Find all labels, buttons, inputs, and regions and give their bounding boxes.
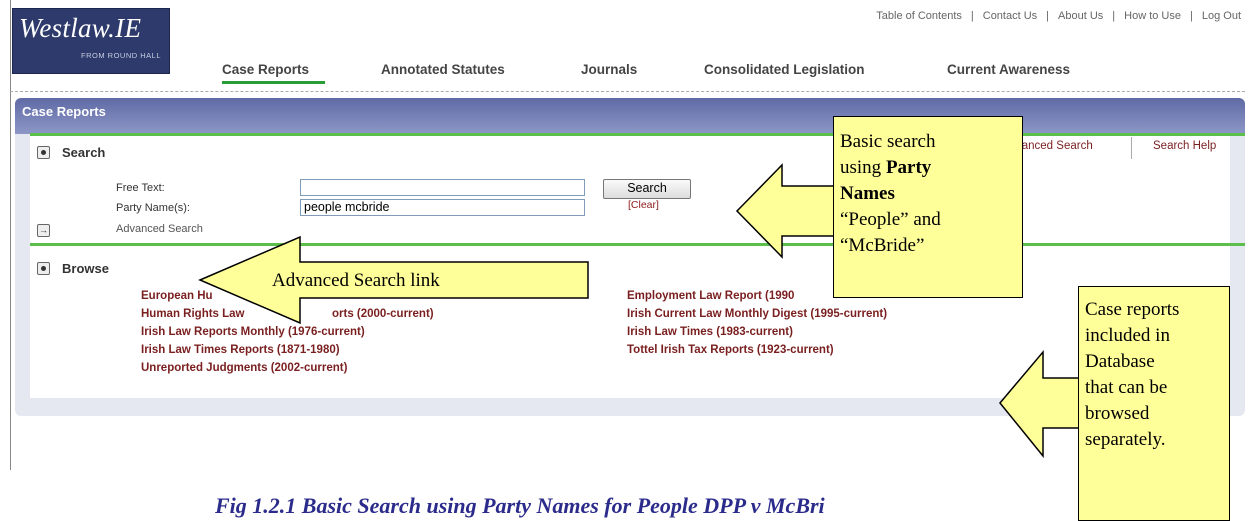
callout2-line2: included in	[1085, 325, 1170, 346]
callout2-line5: browsed	[1085, 403, 1150, 424]
callout2-line6: separately.	[1085, 429, 1166, 450]
callout2-line1: Case reports	[1085, 299, 1180, 320]
advanced-search-callout-text: Advanced Search link	[272, 270, 440, 291]
basic-search-callout: Basic search using Party Names “People” …	[833, 116, 1023, 298]
callout2-line4: that can be	[1085, 377, 1168, 398]
callout-line1: Basic search	[840, 131, 936, 152]
figure-caption: Fig 1.2.1 Basic Search using Party Names…	[215, 493, 825, 518]
case-reports-arrow-shape	[999, 349, 1081, 459]
callout-arrows	[198, 163, 1081, 459]
callout-line5: “McBride”	[840, 235, 925, 256]
callout2-line3: Database	[1085, 351, 1155, 372]
case-reports-callout: Case reports included in Database that c…	[1078, 286, 1230, 521]
callout-line3: Names	[840, 183, 895, 204]
callout-line2: using Party	[840, 157, 932, 178]
basic-search-arrow-shape	[735, 163, 836, 259]
callout-line4: “People” and	[840, 209, 941, 230]
